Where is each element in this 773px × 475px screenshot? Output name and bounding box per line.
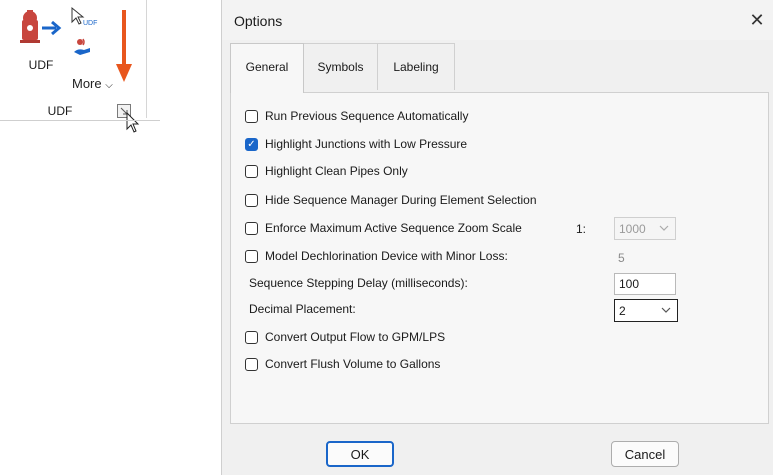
cancel-button[interactable]: Cancel — [611, 441, 679, 467]
options-dialog: Options ✕ General Symbols Labeling Run P… — [221, 0, 773, 475]
tab-symbols[interactable]: Symbols — [302, 43, 379, 90]
highlight-junctions-option[interactable]: ✓ Highlight Junctions with Low Pressure — [245, 137, 467, 151]
model-dechlorination-option[interactable]: Model Dechlorination Device with Minor L… — [245, 249, 508, 263]
group-label: UDF — [47, 104, 73, 118]
tab-general[interactable]: General — [230, 43, 304, 93]
highlight-junctions-label: Highlight Junctions with Low Pressure — [265, 137, 468, 151]
decimal-placement-select[interactable]: 2 — [614, 299, 678, 322]
convert-flow-label: Convert Output Flow to GPM/LPS — [265, 330, 446, 344]
zoom-scale-value: 1000 — [619, 221, 646, 236]
zoom-ratio-prefix: 1: — [576, 222, 587, 236]
udf-button[interactable]: UDF — [16, 6, 66, 74]
run-previous-checkbox[interactable] — [245, 109, 258, 123]
highlight-clean-label: Highlight Clean Pipes Only — [265, 164, 408, 178]
dechlorination-value: 5 — [618, 251, 625, 265]
chevron-down-icon — [661, 307, 671, 313]
highlight-junctions-checkbox[interactable]: ✓ — [245, 137, 258, 151]
hydrant-icon — [20, 10, 62, 43]
udf-small-text: UDF — [83, 20, 97, 27]
hide-manager-option[interactable]: Hide Sequence Manager During Element Sel… — [245, 193, 537, 207]
chevron-down-icon — [659, 225, 669, 231]
annotation-arrow-icon — [116, 10, 132, 82]
ribbon-group: UDF UDF More ⌵ UDF — [0, 0, 160, 133]
model-dechlorination-label: Model Dechlorination Device with Minor L… — [265, 249, 508, 263]
convert-flow-option[interactable]: Convert Output Flow to GPM/LPS — [245, 330, 445, 344]
tab-labeling[interactable]: Labeling — [377, 43, 455, 90]
udf-label: UDF — [28, 58, 54, 72]
enforce-zoom-checkbox[interactable] — [245, 221, 258, 235]
hide-manager-label: Hide Sequence Manager During Element Sel… — [265, 193, 537, 207]
highlight-clean-checkbox[interactable] — [245, 164, 258, 178]
run-previous-label: Run Previous Sequence Automatically — [265, 109, 469, 123]
zoom-scale-select[interactable]: 1000 — [614, 217, 676, 240]
flush-button[interactable] — [72, 36, 94, 63]
ribbon-bottom-line — [0, 120, 160, 121]
run-previous-option[interactable]: Run Previous Sequence Automatically — [245, 109, 468, 123]
highlight-clean-option[interactable]: Highlight Clean Pipes Only — [245, 164, 408, 178]
ok-button[interactable]: OK — [326, 441, 394, 467]
convert-flush-option[interactable]: Convert Flush Volume to Gallons — [245, 357, 440, 371]
hide-manager-checkbox[interactable] — [245, 193, 258, 207]
general-panel: Run Previous Sequence Automatically ✓ Hi… — [230, 92, 769, 424]
convert-flush-checkbox[interactable] — [245, 357, 258, 371]
title-bar: Options ✕ — [222, 0, 773, 40]
hand-water-icon — [74, 38, 90, 55]
more-label: More — [72, 76, 102, 91]
more-button[interactable]: More ⌵ — [72, 76, 113, 91]
enforce-zoom-label: Enforce Maximum Active Sequence Zoom Sca… — [265, 221, 522, 235]
close-icon[interactable]: ✕ — [746, 9, 768, 31]
model-dechlorination-checkbox[interactable] — [245, 249, 258, 263]
convert-flush-label: Convert Flush Volume to Gallons — [265, 357, 441, 371]
decimal-placement-value: 2 — [619, 303, 626, 318]
enforce-zoom-option[interactable]: Enforce Maximum Active Sequence Zoom Sca… — [245, 221, 522, 235]
chevron-down-icon: ⌵ — [105, 80, 113, 91]
mouse-cursor-icon — [126, 112, 140, 133]
udf-select-button[interactable]: UDF — [70, 6, 106, 33]
ribbon-separator — [146, 0, 147, 118]
stepping-delay-label: Sequence Stepping Delay (milliseconds): — [249, 276, 468, 290]
cursor-udf-icon: UDF — [71, 6, 97, 27]
dialog-title: Options — [234, 13, 283, 29]
stepping-delay-input[interactable]: 100 — [614, 273, 676, 295]
convert-flow-checkbox[interactable] — [245, 330, 258, 344]
decimal-placement-label: Decimal Placement: — [249, 302, 356, 316]
